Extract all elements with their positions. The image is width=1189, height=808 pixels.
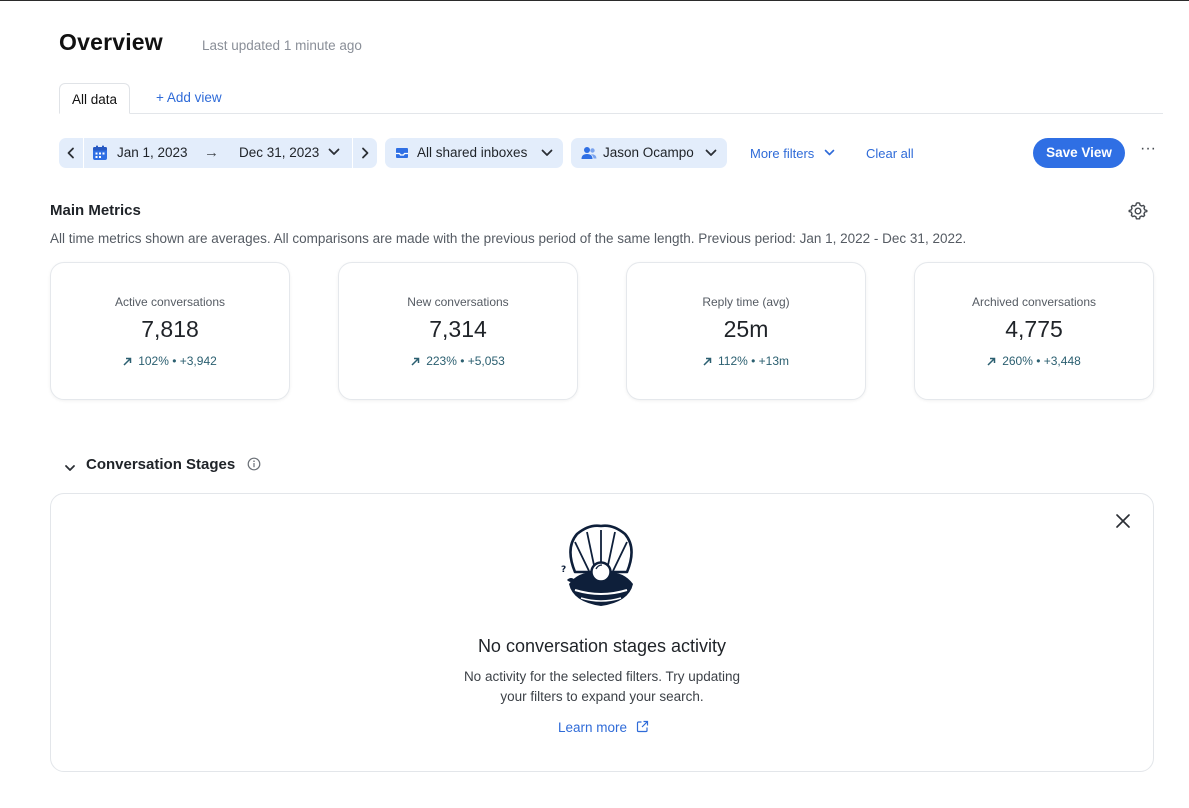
- page-title: Overview: [59, 29, 163, 55]
- metric-card-reply-time: Reply time (avg) 25m 112% • +13m: [626, 262, 866, 400]
- empty-state-message: No activity for the selected filters. Tr…: [0, 667, 1189, 707]
- trend-up-icon: [987, 357, 996, 366]
- metrics-settings-button[interactable]: [1128, 201, 1148, 226]
- metric-delta: 260% • +3,448: [915, 354, 1153, 368]
- metric-delta-text: 102% • +3,942: [138, 354, 217, 368]
- close-icon: [1116, 514, 1130, 528]
- more-options-button[interactable]: ···: [1137, 140, 1159, 166]
- chevron-left-icon: [67, 147, 74, 159]
- clear-all-button[interactable]: Clear all: [866, 146, 914, 161]
- metric-delta: 102% • +3,942: [51, 354, 289, 368]
- trend-up-icon: [123, 357, 132, 366]
- more-filters-label: More filters: [750, 146, 815, 161]
- learn-more-link[interactable]: Learn more: [558, 720, 627, 735]
- conversation-stages-title: Conversation Stages: [86, 456, 236, 473]
- tab-all-data[interactable]: All data: [59, 83, 131, 114]
- chevron-down-icon: [824, 149, 835, 156]
- metric-value: 7,314: [429, 316, 487, 342]
- info-icon[interactable]: [247, 457, 261, 471]
- trend-up-icon: [411, 357, 420, 366]
- date-range-filter: Jan 1, 2023 → Dec 31, 2023: [59, 138, 377, 168]
- svg-text:?: ?: [561, 565, 566, 575]
- metric-delta-text: 112% • +13m: [717, 354, 790, 368]
- chevron-right-icon: [362, 147, 369, 159]
- external-link-icon[interactable]: [636, 720, 649, 733]
- metrics-description: All time metrics shown are averages. All…: [50, 231, 967, 246]
- user-filter-label: Jason Ocampo: [603, 145, 694, 160]
- user-filter-dropdown[interactable]: Jason Ocampo: [571, 138, 727, 168]
- metric-delta: 223% • +5,053: [339, 354, 577, 368]
- chevron-down-icon: [328, 148, 340, 155]
- metric-value: 25m: [723, 316, 769, 342]
- trend-up-icon: [703, 357, 712, 366]
- metric-value: 4,775: [1005, 316, 1063, 342]
- oyster-shell-illustration: ?: [561, 524, 633, 606]
- chevron-down-icon: [541, 149, 553, 156]
- collapse-stages-button[interactable]: [64, 460, 76, 478]
- inbox-icon: [396, 148, 408, 158]
- metric-delta-text: 260% • +3,448: [1002, 354, 1081, 368]
- main-metrics-title: Main Metrics: [50, 202, 141, 219]
- close-panel-button[interactable]: [1114, 512, 1132, 535]
- metric-value: 7,818: [141, 316, 199, 342]
- last-updated-text: Last updated 1 minute ago: [202, 38, 362, 53]
- add-view-button[interactable]: + Add view: [156, 90, 222, 105]
- date-end: Dec 31, 2023: [239, 145, 320, 160]
- view-tabs: All data + Add view: [59, 83, 1163, 114]
- more-filters-button[interactable]: More filters: [750, 146, 835, 161]
- chevron-down-icon: [65, 465, 75, 471]
- top-divider: [0, 0, 1189, 1]
- next-period-button[interactable]: [352, 138, 377, 168]
- metric-card-new-conversations: New conversations 7,314 223% • +5,053: [338, 262, 578, 400]
- date-start: Jan 1, 2023: [117, 145, 188, 160]
- metric-label: Archived conversations: [971, 295, 1097, 309]
- calendar-icon: [93, 145, 107, 160]
- metric-card-active-conversations: Active conversations 7,818 102% • +3,942: [50, 262, 290, 400]
- inbox-filter-dropdown[interactable]: All shared inboxes: [385, 138, 563, 168]
- previous-period-button[interactable]: [59, 138, 84, 168]
- save-view-button[interactable]: Save View: [1033, 138, 1125, 168]
- date-range-picker[interactable]: Jan 1, 2023 → Dec 31, 2023: [84, 138, 352, 168]
- gear-icon: [1128, 202, 1148, 220]
- metric-label: Reply time (avg): [702, 295, 790, 309]
- empty-state-line-2: your filters to expand your search.: [500, 689, 704, 704]
- inbox-filter-label: All shared inboxes: [417, 145, 528, 160]
- metric-delta-text: 223% • +5,053: [426, 354, 505, 368]
- metric-card-archived-conversations: Archived conversations 4,775 260% • +3,4…: [914, 262, 1154, 400]
- chevron-down-icon: [705, 149, 717, 156]
- metric-label: Active conversations: [114, 295, 226, 309]
- empty-state-title: No conversation stages activity: [477, 636, 727, 656]
- empty-state-line-1: No activity for the selected filters. Tr…: [463, 669, 741, 684]
- user-icon: [581, 147, 597, 159]
- metric-label: New conversations: [407, 295, 509, 309]
- metric-delta: 112% • +13m: [627, 354, 865, 368]
- arrow-right-icon: →: [204, 144, 219, 161]
